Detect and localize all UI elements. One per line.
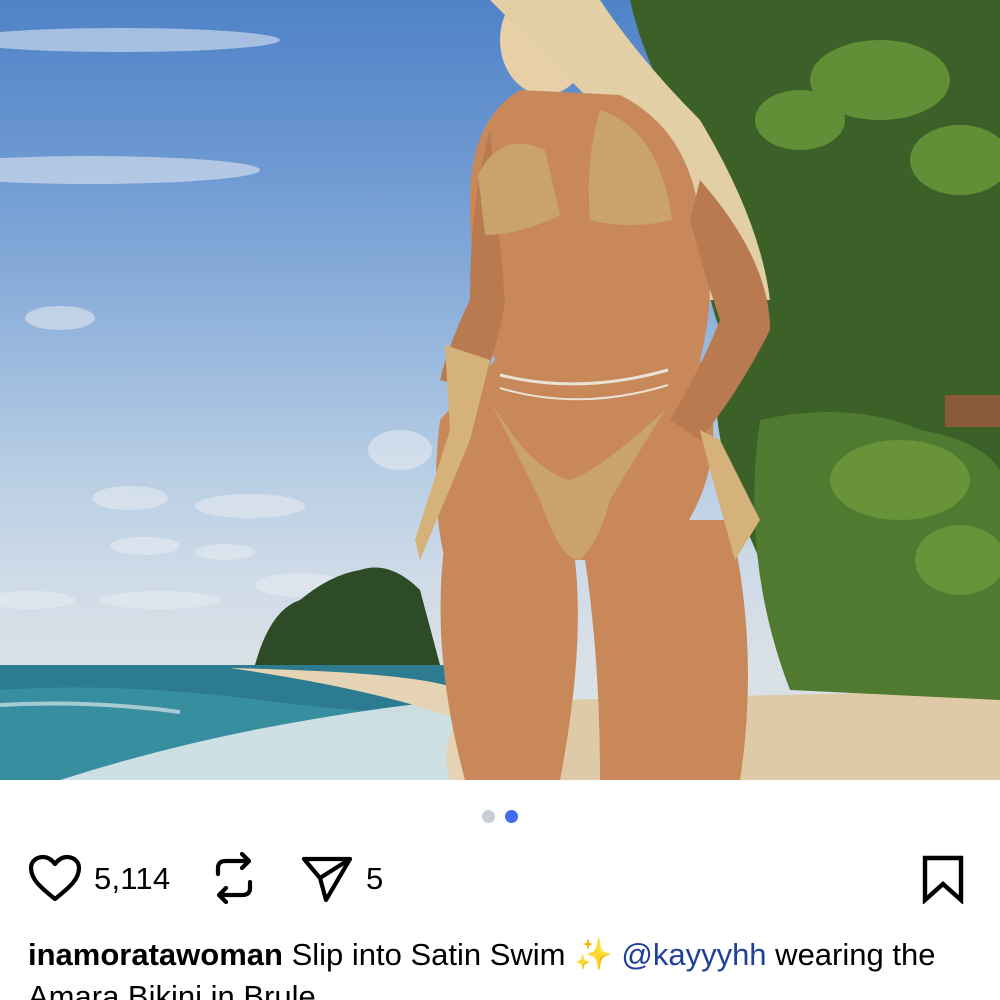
like-button[interactable]: 5,114 bbox=[28, 854, 170, 904]
caption-mention[interactable]: @kayyyhh bbox=[621, 937, 766, 972]
caption-text-before: Slip into Satin Swim bbox=[282, 937, 575, 972]
post-action-bar: 5,114 5 bbox=[0, 848, 1000, 910]
carousel-indicator bbox=[0, 808, 1000, 824]
post-photo[interactable] bbox=[0, 0, 1000, 780]
caption-username[interactable]: inamoratawoman bbox=[28, 937, 283, 972]
repost-icon bbox=[215, 851, 253, 905]
send-icon bbox=[301, 856, 353, 903]
carousel-dot-2-active[interactable] bbox=[505, 810, 518, 823]
sparkles-emoji: ✨ bbox=[574, 937, 613, 972]
carousel-dot-1[interactable] bbox=[482, 810, 495, 823]
post-caption: inamoratawoman Slip into Satin Swim ✨ @k… bbox=[28, 934, 978, 1000]
heart-icon bbox=[28, 854, 82, 902]
save-button[interactable] bbox=[920, 854, 966, 904]
share-button[interactable]: 5 bbox=[300, 854, 383, 904]
bookmark-icon bbox=[922, 855, 964, 904]
repost-button[interactable] bbox=[210, 850, 258, 906]
like-count[interactable]: 5,114 bbox=[94, 861, 170, 897]
share-count[interactable]: 5 bbox=[366, 861, 383, 897]
beach-photo-illustration bbox=[0, 0, 1000, 780]
